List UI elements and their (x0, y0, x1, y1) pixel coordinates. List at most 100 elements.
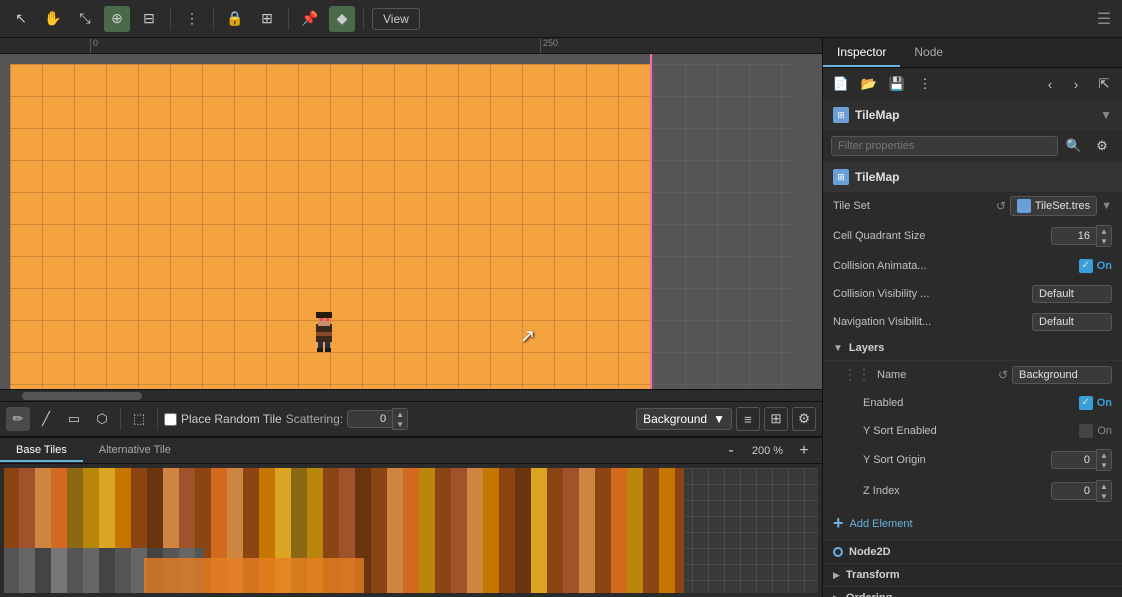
collision-animatable-value: ✓ On (1079, 259, 1112, 273)
inspector-toolbar: 📄 📂 💾 ⋮ ‹ › ⇱ (823, 68, 1122, 101)
base-tiles-tab[interactable]: Base Tiles (0, 440, 83, 462)
more-btn[interactable]: ⋮ (913, 72, 937, 96)
zoom-out-button[interactable]: - (721, 441, 741, 461)
filter-input[interactable] (831, 136, 1058, 156)
inspector-content: ⊞ TileMap ▼ 🔍 ⚙ ⊞ TileMap Tile Set ↺ (823, 101, 1122, 597)
navigation-visibility-dropdown[interactable]: Default (1032, 313, 1112, 331)
scattering-up[interactable]: ▲ (393, 409, 407, 419)
bookmark-btn[interactable]: ⇱ (1092, 72, 1116, 96)
shape-tool[interactable]: ◆ (329, 6, 355, 32)
random-tile-label: Place Random Tile (164, 412, 282, 426)
collision-visibility-dropdown[interactable]: Default (1032, 285, 1112, 303)
scrollbar-thumb[interactable] (22, 392, 142, 400)
inspector-tabs: Inspector Node (823, 38, 1122, 68)
tiles-grid[interactable] (0, 464, 822, 597)
rect-tool[interactable]: ▭ (62, 407, 86, 431)
scene-content[interactable]: ↗ (0, 54, 822, 389)
panel-toggle-button[interactable]: ☰ (1094, 9, 1114, 29)
tileset-dropdown-arrow[interactable]: ▼ (1101, 200, 1112, 212)
new-scene-btn[interactable]: 📄 (829, 72, 853, 96)
collision-animatable-checkbox-group: ✓ On (1079, 259, 1112, 273)
zindex-input[interactable] (1051, 482, 1096, 500)
inspector-tab[interactable]: Inspector (823, 38, 900, 67)
cell-quadrant-up[interactable]: ▲ (1097, 226, 1111, 236)
random-tile-checkbox[interactable] (164, 413, 177, 426)
collision-animatable-row: Collision Animata... ✓ On (823, 252, 1122, 280)
ysort-origin-input[interactable] (1051, 451, 1096, 469)
ysort-origin-up[interactable]: ▲ (1097, 450, 1111, 460)
layer-drag-handle[interactable]: ⋮⋮ (843, 366, 871, 383)
layer-name-input[interactable] (1012, 366, 1112, 384)
layer-enabled-checkbox[interactable]: ✓ (1079, 396, 1093, 410)
tileset-row: Tile Set ↺ TileSet.tres ▼ (823, 192, 1122, 221)
paint-toolbar: ✏ ╱ ▭ ⬡ ⬚ Place Random Tile Scattering: … (0, 401, 822, 437)
nav-buttons: ‹ › (1038, 72, 1088, 96)
open-btn[interactable]: 📂 (857, 72, 881, 96)
add-element-icon: + (833, 513, 844, 534)
ysort-value: On (1079, 424, 1112, 438)
nav-forward-btn[interactable]: › (1064, 72, 1088, 96)
ordering-header[interactable]: ▶ Ordering (823, 587, 1122, 597)
pencil-tool[interactable]: ✏ (6, 407, 30, 431)
collision-animatable-label: Collision Animata... (833, 260, 1079, 272)
tileset-file-btn[interactable]: TileSet.tres (1010, 196, 1097, 216)
filter-options-icon[interactable]: ⚙ (1090, 134, 1114, 158)
right-panel: Inspector Node 📄 📂 💾 ⋮ ‹ › ⇱ ⊞ TileMap ▼ (822, 38, 1122, 597)
cell-quadrant-input[interactable] (1051, 227, 1096, 245)
line-tool[interactable]: ╱ (34, 407, 58, 431)
nav-back-btn[interactable]: ‹ (1038, 72, 1062, 96)
more-tool[interactable]: ⋮ (179, 6, 205, 32)
rotate-tool[interactable]: ⊕ (104, 6, 130, 32)
transform-tool[interactable]: ⊟ (136, 6, 162, 32)
transform-title: Transform (846, 569, 900, 581)
layer-enabled-on-label: On (1097, 397, 1112, 409)
layers-section-header[interactable]: ▼ Layers (823, 336, 1122, 361)
filter-search-icon[interactable]: 🔍 (1062, 134, 1086, 158)
node2d-label: Node2D (849, 546, 891, 558)
layer-selector[interactable]: Background ▼ (636, 408, 732, 430)
collision-animatable-checkbox[interactable]: ✓ (1079, 259, 1093, 273)
zoom-controls: - 200 % + (721, 441, 822, 461)
tilemap-orange (10, 64, 650, 389)
save-btn[interactable]: 💾 (885, 72, 909, 96)
anchor-tool[interactable]: ⊞ (254, 6, 280, 32)
node-dropdown[interactable]: TileMap (855, 108, 899, 122)
node2d-section[interactable]: Node2D (823, 541, 1122, 564)
node2d-icon (833, 547, 843, 557)
layer-name: Background (643, 412, 707, 426)
ysort-checkbox[interactable] (1079, 424, 1093, 438)
divider-paint2 (157, 408, 158, 430)
add-element-row[interactable]: + Add Element (823, 507, 1122, 541)
pin-tool[interactable]: 📌 (297, 6, 323, 32)
move-tool[interactable]: ✋ (40, 6, 66, 32)
view-button[interactable]: View (372, 8, 420, 30)
transform-header[interactable]: ▶ Transform (823, 564, 1122, 586)
layer-grid-btn[interactable]: ⊞ (764, 407, 788, 431)
add-element-label: Add Element (850, 518, 913, 530)
scale-tool[interactable]: ⤡ (72, 6, 98, 32)
zindex-down[interactable]: ▼ (1097, 491, 1111, 501)
collision-visibility-value: Default (1032, 285, 1112, 303)
layer-settings-btn[interactable]: ⚙ (792, 407, 816, 431)
ysort-origin-row: Y Sort Origin ▲ ▼ (823, 445, 1122, 476)
cell-quadrant-down[interactable]: ▼ (1097, 236, 1111, 246)
layer-enabled-value: ✓ On (1079, 396, 1112, 410)
tileset-reload-icon[interactable]: ↺ (996, 199, 1006, 213)
node-dropdown-arrow[interactable]: ▼ (1100, 108, 1112, 122)
tilemap-section-icon: ⊞ (833, 169, 849, 185)
zindex-up[interactable]: ▲ (1097, 481, 1111, 491)
lock-tool[interactable]: 🔒 (222, 6, 248, 32)
fill-tool[interactable]: ⬡ (90, 407, 114, 431)
cursor-tool[interactable]: ↖ (8, 6, 34, 32)
alternative-tiles-tab[interactable]: Alternative Tile (83, 440, 187, 462)
layer-name-reload-icon[interactable]: ↺ (998, 368, 1008, 382)
ysort-origin-down[interactable]: ▼ (1097, 460, 1111, 470)
layer-list-btn[interactable]: ≡ (736, 407, 760, 431)
horizontal-scrollbar[interactable] (0, 389, 822, 401)
node-tab[interactable]: Node (900, 38, 957, 67)
scattering-input[interactable] (347, 410, 392, 428)
zoom-in-button[interactable]: + (794, 441, 814, 461)
ruler-mark-0: 0 (90, 38, 98, 53)
erase-tool[interactable]: ⬚ (127, 407, 151, 431)
scattering-down[interactable]: ▼ (393, 419, 407, 429)
